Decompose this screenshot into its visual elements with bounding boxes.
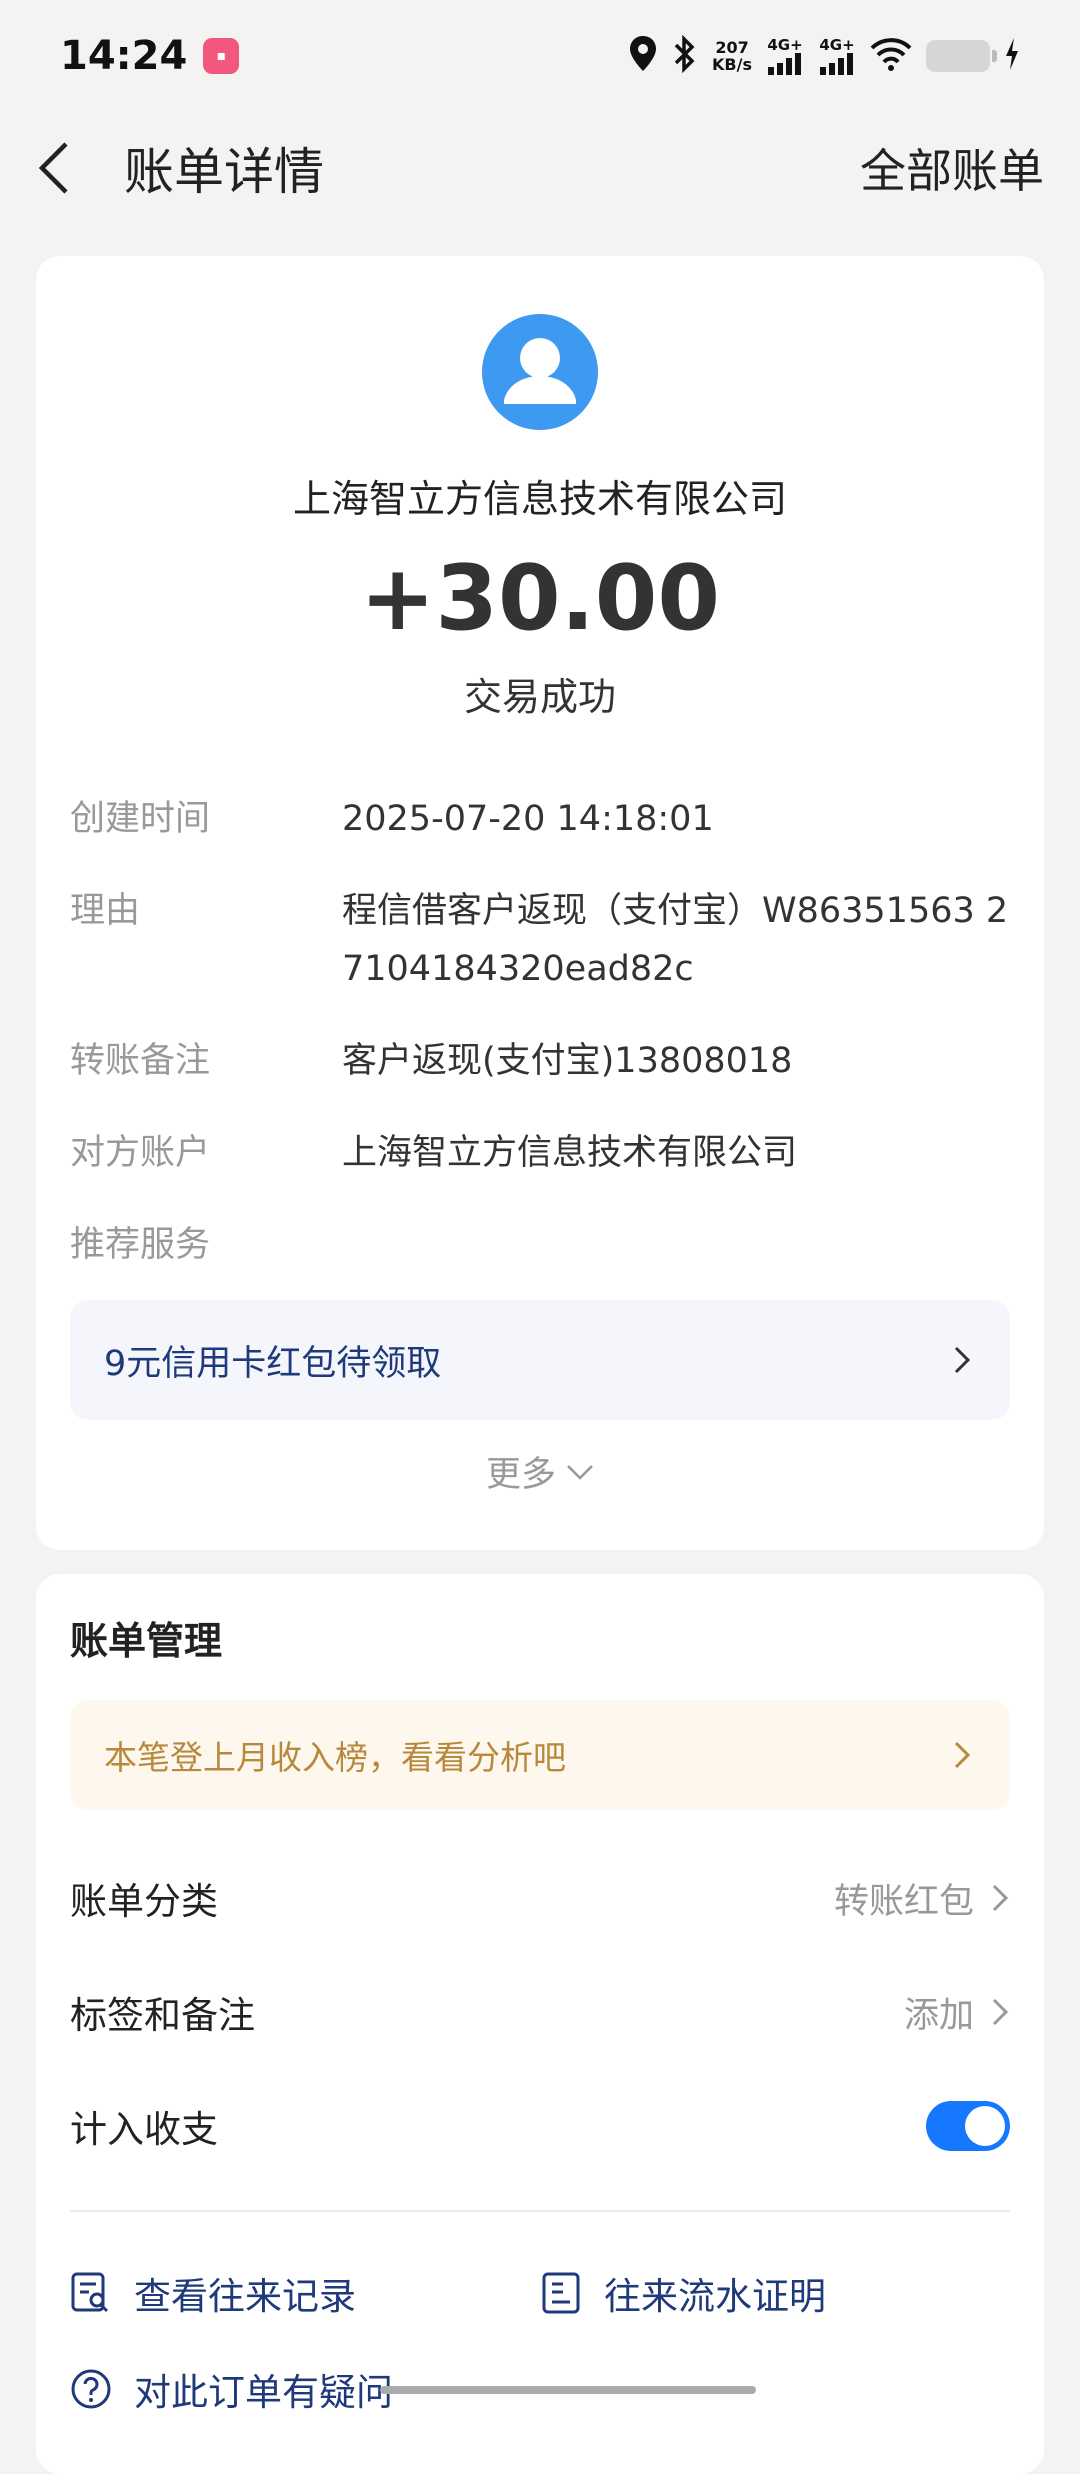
transaction-card: 上海智立方信息技术有限公司 +30.00 交易成功 创建时间 2025-07-2… (36, 256, 1044, 1550)
payee-name: 上海智立方信息技术有限公司 (292, 477, 787, 521)
back-button[interactable] (36, 138, 96, 198)
promo-text: 9元信用卡红包待领取 (104, 1343, 442, 1384)
include-in-stats-row: 计入收支 (70, 2086, 1010, 2166)
battery-icon (926, 40, 997, 72)
chevron-down-icon (567, 1464, 593, 1480)
location-icon (628, 35, 658, 77)
chevron-right-icon (992, 1998, 1009, 2026)
transaction-proof-link[interactable]: 往来流水证明 (540, 2266, 826, 2320)
app-notification-icon: ▪ (203, 38, 240, 74)
section-title: 账单管理 (70, 1619, 223, 1663)
setting-value: 转账红包 (833, 1881, 974, 1922)
all-bills-link[interactable]: 全部账单 (860, 135, 1044, 201)
chevron-right-icon (952, 1343, 976, 1377)
setting-label: 计入收支 (70, 2108, 218, 2151)
wifi-icon (870, 37, 912, 75)
user-icon (504, 338, 576, 404)
detail-label: 理由 (70, 891, 141, 931)
transaction-status: 交易成功 (463, 675, 616, 719)
tags-notes-row[interactable]: 标签和备注 添加 (70, 1972, 1010, 2052)
signal-icon-2: 4G+ (818, 37, 856, 75)
more-button[interactable]: 更多 (36, 1446, 1044, 1497)
detail-row-counterparty: 对方账户 上海智立方信息技术有限公司 (70, 1124, 1010, 1182)
detail-value[interactable]: 程信借客户返现（支付宝）W86351563 27104184320ead82c (342, 882, 1010, 998)
detail-label: 创建时间 (70, 799, 211, 839)
home-indicator[interactable] (380, 2386, 756, 2394)
chevron-right-icon (992, 1884, 1009, 1912)
order-question-link[interactable]: 对此订单有疑问 (70, 2362, 393, 2416)
analysis-text: 本笔登上月收入榜，看看分析吧 (104, 1738, 566, 1777)
payee-avatar (482, 314, 598, 430)
chevron-right-icon (952, 1738, 976, 1772)
detail-row-recommended: 推荐服务 (70, 1216, 1010, 1274)
setting-label: 标签和备注 (70, 1994, 255, 2037)
page-title: 账单详情 (124, 143, 324, 201)
net-speed: 207 KB/s (712, 38, 752, 74)
charging-icon (1004, 37, 1020, 75)
detail-label: 转账备注 (70, 1041, 211, 1081)
divider (70, 2210, 1010, 2212)
detail-value[interactable]: 2025-07-20 14:18:01 (342, 790, 1010, 848)
bill-management-card: 账单管理 本笔登上月收入榜，看看分析吧 账单分类 转账红包 标签和备注 添加 计… (36, 1574, 1044, 2474)
include-in-stats-toggle[interactable] (926, 2101, 1010, 2151)
detail-value[interactable]: 上海智立方信息技术有限公司 (342, 1124, 1010, 1182)
back-arrow-icon (38, 142, 68, 194)
transaction-amount: +30.00 (359, 546, 721, 651)
detail-row-reason: 理由 程信借客户返现（支付宝）W86351563 27104184320ead8… (70, 882, 1010, 998)
toggle-knob (965, 2106, 1005, 2146)
more-label: 更多 (485, 1455, 556, 1495)
question-icon (70, 2368, 112, 2410)
detail-row-created-time: 创建时间 2025-07-20 14:18:01 (70, 790, 1010, 848)
detail-row-transfer-note: 转账备注 客户返现(支付宝)13808018 (70, 1032, 1010, 1090)
credit-card-promo[interactable]: 9元信用卡红包待领取 (70, 1300, 1010, 1420)
status-time: 14:24 (60, 33, 188, 79)
bluetooth-icon (672, 34, 698, 77)
record-search-icon (70, 2272, 112, 2314)
link-label: 往来流水证明 (604, 2275, 826, 2318)
status-icons: 207 KB/s 4G+ 4G+ (628, 34, 1020, 77)
status-bar: 14:24 ▪ 207 KB/s 4G+ 4G+ (0, 0, 1080, 112)
setting-value: 添加 (903, 1995, 974, 2036)
detail-label: 对方账户 (70, 1133, 211, 1173)
bill-category-row[interactable]: 账单分类 转账红包 (70, 1858, 1010, 1938)
income-analysis-banner[interactable]: 本笔登上月收入榜，看看分析吧 (70, 1700, 1010, 1810)
setting-label: 账单分类 (70, 1880, 218, 1923)
detail-label: 推荐服务 (70, 1225, 211, 1265)
link-label: 查看往来记录 (134, 2275, 356, 2318)
nav-bar: 账单详情 全部账单 (0, 112, 1080, 224)
document-icon (540, 2272, 582, 2314)
detail-value[interactable]: 客户返现(支付宝)13808018 (342, 1032, 1010, 1090)
signal-icon-1: 4G+ (766, 37, 804, 75)
view-history-link[interactable]: 查看往来记录 (70, 2266, 356, 2320)
link-label: 对此订单有疑问 (134, 2371, 393, 2414)
